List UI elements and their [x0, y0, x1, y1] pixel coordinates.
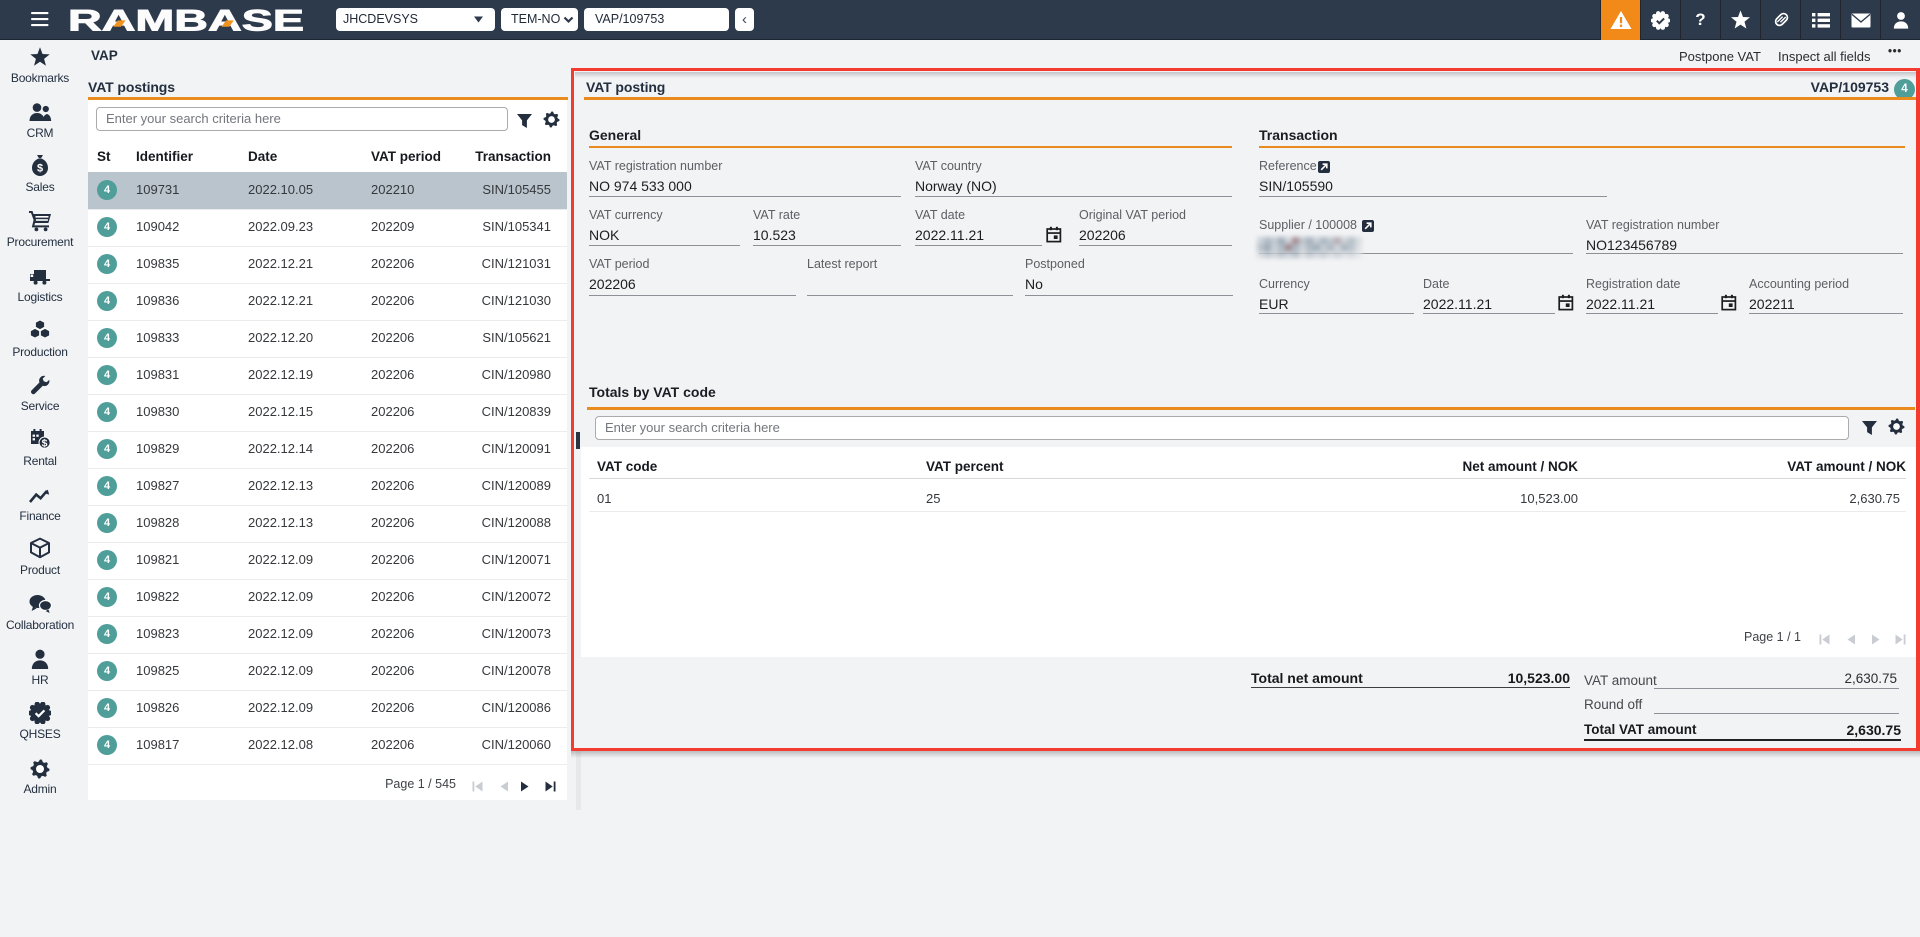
- svg-text:$: $: [42, 437, 48, 449]
- svg-text:$: $: [37, 163, 43, 175]
- svg-text:RAMBASE: RAMBASE: [68, 5, 304, 38]
